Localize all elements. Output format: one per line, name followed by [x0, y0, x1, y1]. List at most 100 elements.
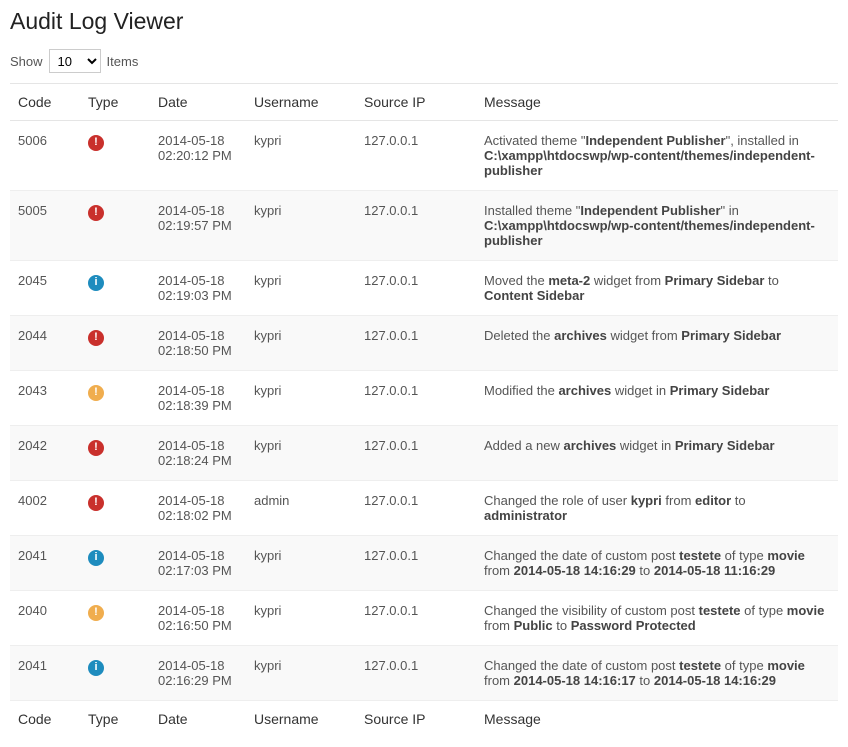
cell-type: i [80, 646, 150, 701]
cell-username: kypri [246, 646, 356, 701]
table-row: 2044! 2014-05-18 02:18:50 PMkypri127.0.0.… [10, 316, 838, 371]
cell-message: Moved the meta-2 widget from Primary Sid… [476, 261, 838, 316]
cell-date: 2014-05-18 02:19:03 PM [150, 261, 246, 316]
cell-source-ip: 127.0.0.1 [356, 121, 476, 191]
cell-date: 2014-05-18 02:16:29 PM [150, 646, 246, 701]
table-header-row: Code Type Date Username Source IP Messag… [10, 84, 838, 121]
cell-username: kypri [246, 121, 356, 191]
cell-date: 2014-05-18 02:18:02 PM [150, 481, 246, 536]
cell-type: ! [80, 191, 150, 261]
cell-source-ip: 127.0.0.1 [356, 646, 476, 701]
cell-code: 2043 [10, 371, 80, 426]
col-footer-username[interactable]: Username [246, 701, 356, 738]
cell-source-ip: 127.0.0.1 [356, 316, 476, 371]
cell-date: 2014-05-18 02:17:03 PM [150, 536, 246, 591]
cell-type: ! [80, 371, 150, 426]
cell-code: 2041 [10, 536, 80, 591]
cell-code: 4002 [10, 481, 80, 536]
critical-icon: ! [88, 440, 104, 456]
critical-icon: ! [88, 330, 104, 346]
items-per-page-select[interactable]: 102550100 [49, 49, 101, 73]
col-header-source-ip[interactable]: Source IP [356, 84, 476, 121]
info-icon: i [88, 660, 104, 676]
table-footer-row: Code Type Date Username Source IP Messag… [10, 701, 838, 738]
cell-message: Activated theme "Independent Publisher",… [476, 121, 838, 191]
cell-username: kypri [246, 191, 356, 261]
page-title: Audit Log Viewer [10, 8, 838, 35]
cell-date: 2014-05-18 02:18:50 PM [150, 316, 246, 371]
cell-source-ip: 127.0.0.1 [356, 536, 476, 591]
cell-source-ip: 127.0.0.1 [356, 426, 476, 481]
warning-icon: ! [88, 605, 104, 621]
cell-date: 2014-05-18 02:18:24 PM [150, 426, 246, 481]
cell-message: Changed the visibility of custom post te… [476, 591, 838, 646]
info-icon: i [88, 550, 104, 566]
warning-icon: ! [88, 385, 104, 401]
cell-type: i [80, 261, 150, 316]
cell-code: 2040 [10, 591, 80, 646]
cell-type: i [80, 536, 150, 591]
cell-message: Changed the role of user kypri from edit… [476, 481, 838, 536]
cell-message: Modified the archives widget in Primary … [476, 371, 838, 426]
cell-date: 2014-05-18 02:18:39 PM [150, 371, 246, 426]
items-per-page-control: Show 102550100 Items [10, 49, 838, 73]
cell-type: ! [80, 591, 150, 646]
table-row: 2042! 2014-05-18 02:18:24 PMkypri127.0.0.… [10, 426, 838, 481]
cell-date: 2014-05-18 02:19:57 PM [150, 191, 246, 261]
col-header-message[interactable]: Message [476, 84, 838, 121]
table-row: 4002! 2014-05-18 02:18:02 PMadmin127.0.0.… [10, 481, 838, 536]
table-row: 2041 i 2014-05-18 02:17:03 PMkypri127.0.0.… [10, 536, 838, 591]
cell-message: Installed theme "Independent Publisher" … [476, 191, 838, 261]
cell-code: 5005 [10, 191, 80, 261]
show-label: Show [10, 54, 43, 69]
cell-code: 2044 [10, 316, 80, 371]
table-row: 2040! 2014-05-18 02:16:50 PMkypri127.0.0.… [10, 591, 838, 646]
cell-date: 2014-05-18 02:16:50 PM [150, 591, 246, 646]
table-row: 5005! 2014-05-18 02:19:57 PMkypri127.0.0.… [10, 191, 838, 261]
table-row: 2041 i 2014-05-18 02:16:29 PMkypri127.0.0.… [10, 646, 838, 701]
critical-icon: ! [88, 135, 104, 151]
cell-message: Changed the date of custom post testete … [476, 536, 838, 591]
cell-type: ! [80, 481, 150, 536]
col-header-username[interactable]: Username [246, 84, 356, 121]
critical-icon: ! [88, 205, 104, 221]
critical-icon: ! [88, 495, 104, 511]
col-footer-type[interactable]: Type [80, 701, 150, 738]
cell-code: 2041 [10, 646, 80, 701]
items-label: Items [107, 54, 139, 69]
col-footer-code[interactable]: Code [10, 701, 80, 738]
cell-type: ! [80, 316, 150, 371]
cell-code: 2042 [10, 426, 80, 481]
cell-username: kypri [246, 536, 356, 591]
cell-type: ! [80, 426, 150, 481]
cell-date: 2014-05-18 02:20:12 PM [150, 121, 246, 191]
col-footer-source-ip[interactable]: Source IP [356, 701, 476, 738]
cell-source-ip: 127.0.0.1 [356, 591, 476, 646]
cell-type: ! [80, 121, 150, 191]
cell-message: Added a new archives widget in Primary S… [476, 426, 838, 481]
cell-source-ip: 127.0.0.1 [356, 481, 476, 536]
table-row: 5006! 2014-05-18 02:20:12 PMkypri127.0.0.… [10, 121, 838, 191]
cell-username: admin [246, 481, 356, 536]
cell-code: 2045 [10, 261, 80, 316]
col-header-code[interactable]: Code [10, 84, 80, 121]
col-footer-date[interactable]: Date [150, 701, 246, 738]
cell-source-ip: 127.0.0.1 [356, 371, 476, 426]
col-footer-message[interactable]: Message [476, 701, 838, 738]
col-header-date[interactable]: Date [150, 84, 246, 121]
cell-username: kypri [246, 316, 356, 371]
col-header-type[interactable]: Type [80, 84, 150, 121]
cell-username: kypri [246, 591, 356, 646]
cell-username: kypri [246, 371, 356, 426]
info-icon: i [88, 275, 104, 291]
cell-message: Changed the date of custom post testete … [476, 646, 838, 701]
cell-source-ip: 127.0.0.1 [356, 191, 476, 261]
cell-code: 5006 [10, 121, 80, 191]
audit-log-table: Code Type Date Username Source IP Messag… [10, 83, 838, 737]
cell-username: kypri [246, 261, 356, 316]
table-row: 2045 i 2014-05-18 02:19:03 PMkypri127.0.0.… [10, 261, 838, 316]
cell-username: kypri [246, 426, 356, 481]
cell-message: Deleted the archives widget from Primary… [476, 316, 838, 371]
cell-source-ip: 127.0.0.1 [356, 261, 476, 316]
table-row: 2043! 2014-05-18 02:18:39 PMkypri127.0.0.… [10, 371, 838, 426]
